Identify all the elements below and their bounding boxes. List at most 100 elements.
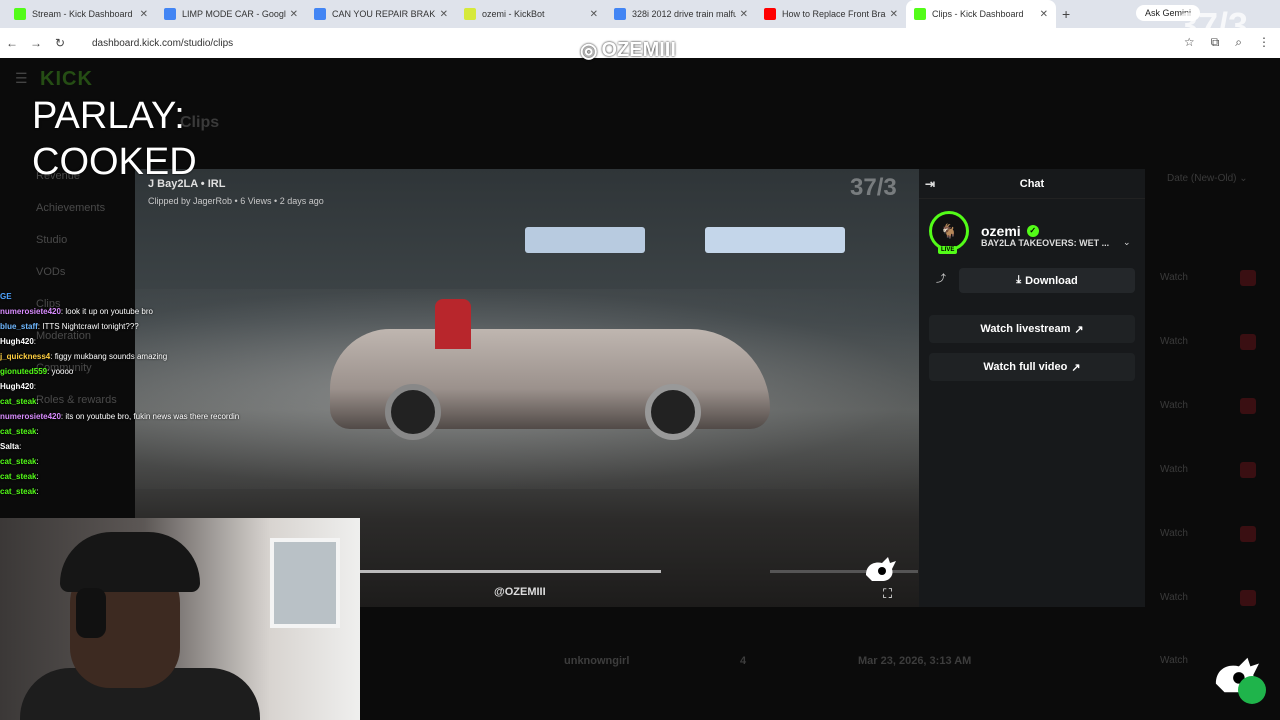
row-watch-link[interactable]: Watch	[1160, 528, 1188, 539]
parlay-overlay: PARLAY: COOKED	[32, 93, 197, 185]
chat-message: j_quickness4: figgy mukbang sounds amazi…	[0, 349, 290, 364]
parlay-line: COOKED	[32, 141, 197, 183]
fullscreen-icon[interactable]: ⛶	[883, 586, 892, 602]
browser-tab[interactable]: Clips - Kick Dashboard ✕	[906, 0, 1056, 28]
close-tab-icon[interactable]: ✕	[590, 9, 598, 20]
sort-dropdown[interactable]: Date (New-Old) ⌄	[1167, 173, 1248, 184]
browser-tab[interactable]: 328i 2012 drive train malfun ✕	[606, 0, 756, 28]
chat-username[interactable]: Salta	[0, 442, 19, 451]
back-icon[interactable]: ←	[0, 36, 24, 50]
chat-message: cat_steak:	[0, 454, 290, 469]
chat-username[interactable]: cat_steak	[0, 472, 36, 481]
gas-station-canopy	[705, 227, 845, 253]
chevron-down-icon[interactable]: ⌄	[1123, 237, 1131, 248]
chat-username[interactable]: cat_steak	[0, 457, 36, 466]
share-icon[interactable]: ⤴	[929, 268, 953, 292]
chat-username[interactable]: cat_steak	[0, 427, 36, 436]
chat-username[interactable]: GE	[0, 292, 12, 301]
row-watch-link[interactable]: Watch	[1160, 655, 1188, 666]
row-watch-link[interactable]: Watch	[1160, 336, 1188, 347]
chat-username[interactable]: numerosiete420	[0, 307, 61, 316]
delete-icon[interactable]	[1240, 590, 1256, 606]
chat-username[interactable]: blue_staff	[0, 322, 38, 331]
chat-username[interactable]: cat_steak	[0, 487, 36, 496]
watch-livestream-button[interactable]: Watch livestream ↗	[929, 315, 1135, 343]
browser-tab-bar: Stream - Kick Dashboard ✕ LIMP MODE CAR - …	[0, 0, 1280, 28]
google-icon	[614, 8, 626, 20]
watch-livestream-label: Watch livestream	[980, 323, 1071, 335]
kick-logo: KICK	[40, 68, 93, 90]
chat-text: : its on youtube bro, fukin news was the…	[60, 412, 240, 421]
delete-icon[interactable]	[1240, 270, 1256, 286]
browser-tab[interactable]: How to Replace Front Brake ✕	[756, 0, 906, 28]
collapse-chat-icon[interactable]: ⇥	[925, 177, 935, 191]
browser-tab[interactable]: LIMP MODE CAR - Google S ✕	[156, 0, 306, 28]
clip-subtitle: Clipped by JagerRob • 6 Views • 2 days a…	[148, 196, 324, 206]
chat-username[interactable]: Hugh420	[0, 382, 34, 391]
chat-message: cat_steak:	[0, 469, 290, 484]
delete-icon[interactable]	[1240, 398, 1256, 414]
kick-icon	[914, 8, 926, 20]
row-watch-link[interactable]: Watch	[1160, 592, 1188, 603]
chat-username[interactable]: j_quickness4	[0, 352, 50, 361]
row-watch-link[interactable]: Watch	[1160, 400, 1188, 411]
youtube-icon	[764, 8, 776, 20]
delete-icon[interactable]	[1240, 334, 1256, 350]
browser-tab[interactable]: ozemi - KickBot ✕	[456, 0, 606, 28]
hamburger-menu-icon[interactable]: ☰	[15, 70, 28, 87]
watch-full-video-button[interactable]: Watch full video ↗	[929, 353, 1135, 381]
chat-message: gionuted559: yoooo	[0, 364, 290, 379]
menu-icon[interactable]: ⋮	[1258, 35, 1270, 50]
chat-username[interactable]: Hugh420	[0, 337, 34, 346]
chat-message: cat_steak:	[0, 394, 290, 409]
gemini-assistant-icon[interactable]	[1238, 676, 1266, 704]
sidebar-item[interactable]: Studio	[16, 234, 67, 246]
headphones	[76, 588, 106, 638]
channel-name[interactable]: ozemi	[981, 223, 1021, 239]
goat-logo-icon	[866, 557, 896, 581]
browser-tab[interactable]: Stream - Kick Dashboard ✕	[6, 0, 156, 28]
close-tab-icon[interactable]: ✕	[440, 9, 448, 20]
streamer-cap	[60, 532, 200, 592]
chat-text: :	[33, 337, 37, 346]
close-tab-icon[interactable]: ✕	[740, 9, 748, 20]
progress-bar[interactable]	[360, 570, 662, 573]
row-watch-link[interactable]: Watch	[1160, 272, 1188, 283]
chat-message: GE	[0, 289, 290, 304]
clip-info-panel: ⇥ Chat 🐐 LIVE ozemi ✓ BAY2LA TAKEOVERS: WE…	[919, 169, 1145, 607]
chat-text: : yoooo	[47, 367, 74, 376]
sidebar-item[interactable]: Achievements	[16, 202, 105, 214]
download-button[interactable]: ⤓ Download	[959, 268, 1135, 293]
video-watermark: @OZEMIII	[494, 586, 546, 598]
chat-overlay: GE numerosiete420: look it up on youtube …	[0, 289, 290, 499]
close-tab-icon[interactable]: ✕	[140, 9, 148, 20]
chat-username[interactable]: numerosiete420	[0, 412, 61, 421]
chat-text: :	[36, 427, 39, 436]
download-label: Download	[1025, 274, 1078, 287]
delete-icon[interactable]	[1240, 526, 1256, 542]
close-tab-icon[interactable]: ✕	[1040, 9, 1048, 20]
forward-icon[interactable]: →	[24, 36, 48, 50]
row-watch-link[interactable]: Watch	[1160, 464, 1188, 475]
download-icon: ⤓	[1016, 274, 1022, 286]
chat-message: numerosiete420: look it up on youtube br…	[0, 304, 290, 319]
close-tab-icon[interactable]: ✕	[290, 9, 298, 20]
delete-icon[interactable]	[1240, 462, 1256, 478]
browser-tab[interactable]: CAN YOU REPAIR BRAKE PA ✕	[306, 0, 456, 28]
stream-title: BAY2LA TAKEOVERS: WET ...	[981, 238, 1110, 248]
chat-text: :	[36, 397, 39, 406]
chat-username[interactable]: gionuted559	[0, 367, 47, 376]
avatar[interactable]: 🐐 LIVE	[929, 211, 969, 254]
close-tab-icon[interactable]: ✕	[890, 9, 898, 20]
reload-icon[interactable]: ↻	[48, 36, 72, 50]
tab-label: ozemi - KickBot	[482, 9, 545, 19]
new-tab-button[interactable]: +	[1062, 6, 1070, 22]
url-input[interactable]: dashboard.kick.com/studio/clips	[92, 38, 233, 49]
tab-label: CAN YOU REPAIR BRAKE PA	[332, 9, 436, 19]
kick-icon	[14, 8, 26, 20]
chat-text: :	[36, 472, 39, 481]
chat-text: : ITTS Nightcrawl tonight???	[37, 322, 139, 331]
chat-username[interactable]: cat_steak	[0, 397, 36, 406]
chat-message: Hugh420:	[0, 379, 290, 394]
sidebar-item[interactable]: VODs	[16, 266, 65, 278]
